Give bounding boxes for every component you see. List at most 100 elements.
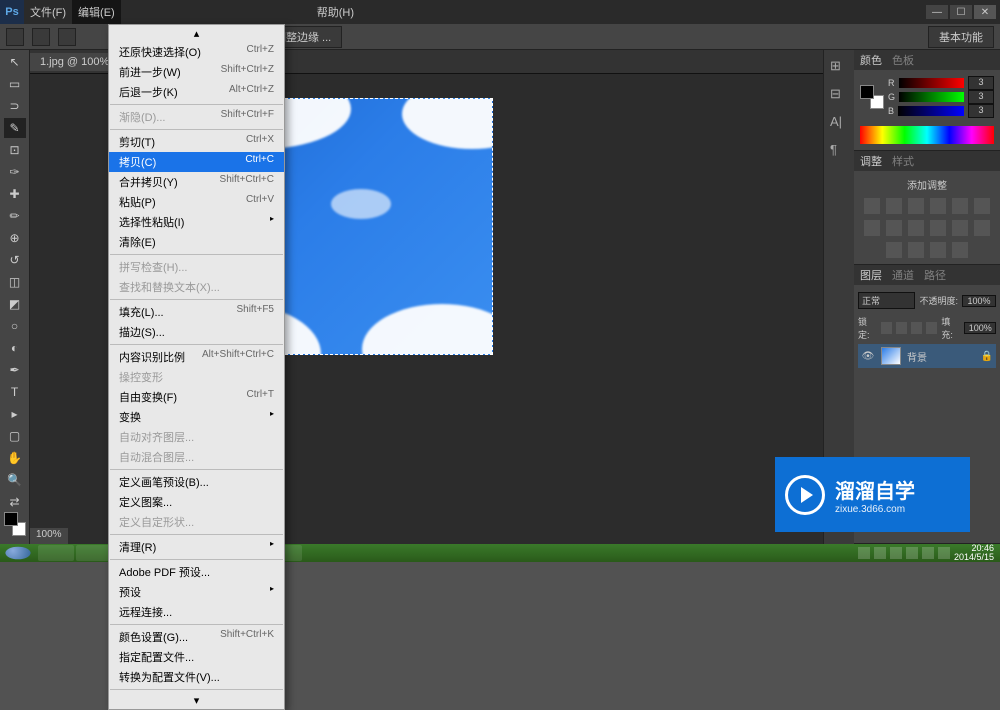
menu-remote[interactable]: 远程连接... <box>109 602 284 622</box>
gradient-map-icon[interactable] <box>930 242 946 258</box>
invert-icon[interactable] <box>974 220 990 236</box>
menu-transform[interactable]: 变换▸ <box>109 407 284 427</box>
menu-convert-profile[interactable]: 转换为配置文件(V)... <box>109 667 284 687</box>
menu-expand-icon[interactable]: ▾ <box>109 692 284 709</box>
menu-pdf-preset[interactable]: Adobe PDF 预设... <box>109 562 284 582</box>
hand-tool[interactable]: ✋ <box>4 448 26 468</box>
visibility-icon[interactable]: 👁 <box>861 351 875 362</box>
zoom-tool[interactable]: 🔍 <box>4 470 26 490</box>
levels-icon[interactable] <box>886 198 902 214</box>
workspace-switcher[interactable]: 基本功能 <box>928 26 994 48</box>
menu-step-forward[interactable]: 前进一步(W)Shift+Ctrl+Z <box>109 62 284 82</box>
history-icon[interactable]: ⊞ <box>830 58 848 76</box>
color-spectrum[interactable] <box>860 126 994 144</box>
move-tool[interactable]: ↖ <box>4 52 26 72</box>
exposure-icon[interactable] <box>930 198 946 214</box>
b-slider[interactable] <box>898 106 964 116</box>
close-button[interactable]: ✕ <box>974 5 996 19</box>
blend-mode-select[interactable]: 正常 <box>858 292 915 309</box>
menu-purge[interactable]: 清理(R)▸ <box>109 537 284 557</box>
menu-assign-profile[interactable]: 指定配置文件... <box>109 647 284 667</box>
menu-clear[interactable]: 清除(E) <box>109 232 284 252</box>
menu-window[interactable] <box>360 0 372 24</box>
gradient-tool[interactable]: ◩ <box>4 294 26 314</box>
g-value[interactable]: 3 <box>968 90 994 104</box>
menu-help[interactable] <box>372 0 384 24</box>
healing-tool[interactable]: ✚ <box>4 184 26 204</box>
task-item[interactable] <box>38 545 74 561</box>
lock-all-icon[interactable] <box>926 322 937 334</box>
channel-mixer-icon[interactable] <box>930 220 946 236</box>
lookup-icon[interactable] <box>952 220 968 236</box>
layer-row[interactable]: 👁 背景 🔒 <box>858 344 996 368</box>
history-brush-tool[interactable]: ↺ <box>4 250 26 270</box>
color-swap-icon[interactable]: ⇄ <box>4 492 26 512</box>
styles-tab[interactable]: 样式 <box>892 153 914 169</box>
paragraph-icon[interactable]: ¶ <box>830 142 848 160</box>
menu-copy[interactable]: 拷贝(C)Ctrl+C <box>109 152 284 172</box>
stamp-tool[interactable]: ⊕ <box>4 228 26 248</box>
menu-presets[interactable]: 预设▸ <box>109 582 284 602</box>
posterize-icon[interactable] <box>886 242 902 258</box>
threshold-icon[interactable] <box>908 242 924 258</box>
menu-undo[interactable]: 还原快速选择(O)Ctrl+Z <box>109 42 284 62</box>
r-value[interactable]: 3 <box>968 76 994 90</box>
minimize-button[interactable]: — <box>926 5 948 19</box>
selective-color-icon[interactable] <box>952 242 968 258</box>
foreground-background[interactable] <box>4 514 26 534</box>
channels-tab[interactable]: 通道 <box>892 267 914 283</box>
color-tab[interactable]: 颜色 <box>860 52 882 68</box>
eyedropper-tool[interactable]: ✑ <box>4 162 26 182</box>
menu-paste[interactable]: 粘贴(P)Ctrl+V <box>109 192 284 212</box>
eraser-tool[interactable]: ◫ <box>4 272 26 292</box>
tray-icon[interactable] <box>858 547 870 559</box>
tray-icon[interactable] <box>922 547 934 559</box>
menu-content-aware[interactable]: 内容识别比例Alt+Shift+Ctrl+C <box>109 347 284 367</box>
tool-preset-icon[interactable] <box>6 28 24 46</box>
menu-stroke[interactable]: 描边(S)... <box>109 322 284 342</box>
b-value[interactable]: 3 <box>968 104 994 118</box>
task-item[interactable] <box>76 545 112 561</box>
menu-color-settings[interactable]: 颜色设置(G)...Shift+Ctrl+K <box>109 627 284 647</box>
zoom-level[interactable]: 100% <box>36 529 62 540</box>
g-slider[interactable] <box>899 92 964 102</box>
shape-tool[interactable]: ▢ <box>4 426 26 446</box>
tray-icon[interactable] <box>938 547 950 559</box>
tray-icon[interactable] <box>906 547 918 559</box>
pen-tool[interactable]: ✒ <box>4 360 26 380</box>
paths-tab[interactable]: 路径 <box>924 267 946 283</box>
quick-select-tool[interactable]: ✎ <box>4 118 26 138</box>
menu-free-transform[interactable]: 自由变换(F)Ctrl+T <box>109 387 284 407</box>
menu-file[interactable]: 文件(F) <box>24 0 72 24</box>
crop-tool[interactable]: ⊡ <box>4 140 26 160</box>
menu-cut[interactable]: 剪切(T)Ctrl+X <box>109 132 284 152</box>
path-select-tool[interactable]: ▸ <box>4 404 26 424</box>
lock-position-icon[interactable] <box>911 322 922 334</box>
maximize-button[interactable]: ☐ <box>950 5 972 19</box>
lock-pixels-icon[interactable] <box>896 322 907 334</box>
fill-field[interactable]: 100% <box>964 322 996 334</box>
r-slider[interactable] <box>899 78 965 88</box>
vibrance-icon[interactable] <box>952 198 968 214</box>
character-icon[interactable]: A| <box>830 114 848 132</box>
menu-step-back[interactable]: 后退一步(K)Alt+Ctrl+Z <box>109 82 284 102</box>
adjustments-tab[interactable]: 调整 <box>860 153 882 169</box>
tray-icon[interactable] <box>890 547 902 559</box>
menu-define-pattern[interactable]: 定义图案... <box>109 492 284 512</box>
curves-icon[interactable] <box>908 198 924 214</box>
swatches-tab[interactable]: 色板 <box>892 52 914 68</box>
layers-tab[interactable]: 图层 <box>860 267 882 283</box>
marquee-tool[interactable]: ▭ <box>4 74 26 94</box>
photo-filter-icon[interactable] <box>908 220 924 236</box>
color-balance-icon[interactable] <box>864 220 880 236</box>
menu-define-brush[interactable]: 定义画笔预设(B)... <box>109 472 284 492</box>
menu-collapse-icon[interactable]: ▴ <box>109 25 284 42</box>
properties-icon[interactable]: ⊟ <box>830 86 848 104</box>
dodge-tool[interactable]: ◐ <box>4 338 26 358</box>
lasso-tool[interactable]: ⊃ <box>4 96 26 116</box>
brush-option-icon[interactable] <box>32 28 50 46</box>
brightness-icon[interactable] <box>864 198 880 214</box>
brush-option2-icon[interactable] <box>58 28 76 46</box>
brush-tool[interactable]: ✏ <box>4 206 26 226</box>
type-tool[interactable]: T <box>4 382 26 402</box>
